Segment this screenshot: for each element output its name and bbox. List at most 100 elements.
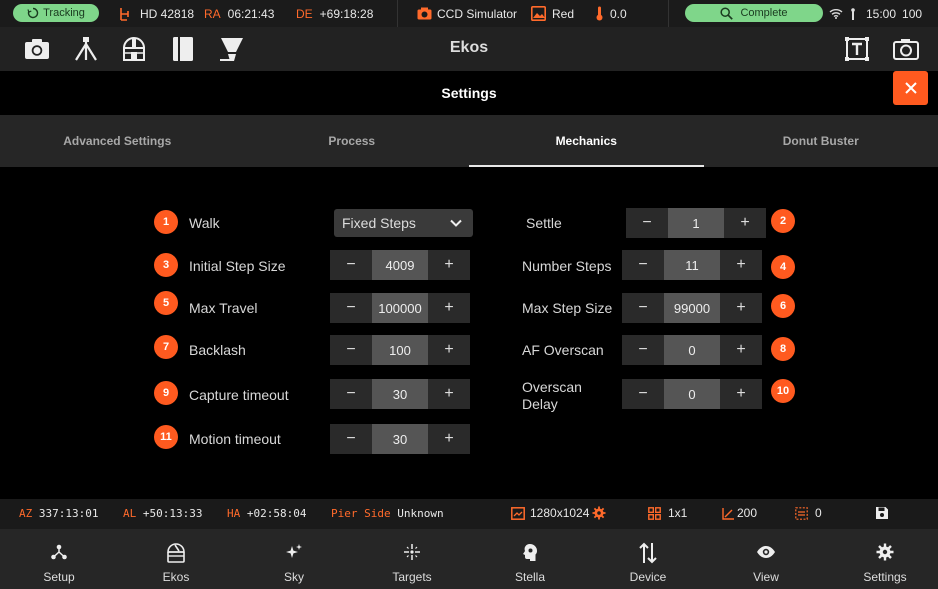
field-number-badge: 5 [154,291,178,315]
crosshair-icon [404,544,420,560]
decrement-button[interactable]: − [622,335,664,365]
decrement-button[interactable]: − [330,293,372,323]
decrement-button[interactable]: − [622,250,664,280]
preview-button[interactable] [892,35,920,63]
info-bar: AZ 337:13:01 AL +50:13:33 HA +02:58:04 P… [0,499,938,529]
number-steps-stepper: − 11 + [622,250,762,280]
overscan-delay-value[interactable]: 0 [664,379,720,409]
field-number-badge: 9 [154,381,178,405]
nav-ekos[interactable]: Ekos [117,529,235,589]
binning-readout[interactable]: 1x1 [648,506,687,520]
nav-sky[interactable]: Sky [235,529,353,589]
tab-advanced-settings[interactable]: Advanced Settings [0,115,235,167]
decrement-button[interactable]: − [626,208,668,238]
nav-settings[interactable]: Settings [826,529,938,589]
settings-title: Settings [441,85,497,101]
temperature-value: 0.0 [610,6,627,21]
decrement-button[interactable]: − [330,250,372,280]
offset-readout[interactable]: 0 [795,506,822,520]
divider [397,0,398,27]
text-mode-button[interactable] [843,35,871,63]
nav-label: Sky [283,570,304,584]
gear-icon[interactable] [592,506,606,520]
grid-icon [648,506,661,520]
increment-button[interactable]: + [428,335,470,365]
decrement-button[interactable]: − [330,424,372,454]
increment-button[interactable]: + [720,379,762,409]
field-number-badge: 3 [154,253,178,277]
chevron-down-icon [450,219,462,227]
complete-pill[interactable]: Complete [685,4,823,22]
field-number-badge: 1 [154,210,178,234]
increment-button[interactable]: + [428,379,470,409]
max-step-size-value[interactable]: 99000 [664,293,720,323]
decrement-button[interactable]: − [622,379,664,409]
number-steps-value[interactable]: 11 [664,250,720,280]
pier-side-label: Pier Side [331,507,391,520]
increment-button[interactable]: + [720,250,762,280]
resolution-readout[interactable]: 1280x1024 [511,506,606,520]
save-button[interactable] [875,506,889,520]
motion-timeout-value[interactable]: 30 [372,424,428,454]
al-readout: AL +50:13:33 [123,507,202,520]
setup-icon [51,544,67,560]
capture-timeout-stepper: − 30 + [330,379,470,409]
frame-icon [511,506,525,520]
camera-readout[interactable]: CCD Simulator [417,0,517,27]
walk-dropdown[interactable]: Fixed Steps [334,209,473,237]
nav-label: View [753,570,779,584]
increment-button[interactable]: + [724,208,766,238]
camera-name: CCD Simulator [437,6,518,21]
af-overscan-stepper: − 0 + [622,335,762,365]
status-bar: Tracking HD 42818 RA 06:21:43 DE +69:18:… [0,0,938,27]
binning-value: 1x1 [668,506,688,520]
increment-button[interactable]: + [720,335,762,365]
tab-process[interactable]: Process [235,115,470,167]
initial-step-size-label: Initial Step Size [189,258,286,274]
antenna-indicator [850,0,856,27]
pier-side-value: Unknown [397,507,444,520]
field-number-badge: 6 [771,294,795,318]
backlash-value[interactable]: 100 [372,335,428,365]
capture-timeout-value[interactable]: 30 [372,379,428,409]
settle-stepper: − 1 + [626,208,766,238]
nav-targets[interactable]: Targets [353,529,471,589]
nav-device[interactable]: Device [589,529,707,589]
tracking-pill[interactable]: Tracking [13,4,99,22]
increment-button[interactable]: + [428,293,470,323]
tab-mechanics[interactable]: Mechanics [469,115,704,167]
battery-value: 100 [902,6,923,21]
nav-label: Setup [43,570,75,584]
filter-icon [531,6,546,21]
az-value: 337:13:01 [38,507,99,520]
filter-readout[interactable]: Red [531,0,574,27]
max-step-size-label: Max Step Size [522,300,613,316]
nav-view[interactable]: View [707,529,825,589]
field-number-badge: 7 [154,335,178,359]
nav-setup[interactable]: Setup [0,529,118,589]
decrement-button[interactable]: − [330,335,372,365]
gain-readout[interactable]: 200 [722,506,757,520]
tracking-icon [27,7,39,19]
increment-button[interactable]: + [428,424,470,454]
increment-button[interactable]: + [428,250,470,280]
eye-icon [757,546,775,558]
tab-donut-buster[interactable]: Donut Buster [704,115,938,167]
de-value: +69:18:28 [319,6,374,21]
ha-readout: HA +02:58:04 [227,507,306,520]
decrement-button[interactable]: − [330,379,372,409]
initial-step-size-value[interactable]: 4009 [372,250,428,280]
nav-stella[interactable]: Stella [471,529,589,589]
max-travel-value[interactable]: 100000 [372,293,428,323]
sparkle-icon [286,544,302,558]
decrement-button[interactable]: − [622,293,664,323]
settle-value[interactable]: 1 [668,208,724,238]
af-overscan-value[interactable]: 0 [664,335,720,365]
backlash-stepper: − 100 + [330,335,470,365]
save-icon [876,507,888,519]
ra-readout: RA 06:21:43 [204,0,274,27]
capture-timeout-label: Capture timeout [189,387,289,403]
increment-button[interactable]: + [720,293,762,323]
close-button[interactable] [893,71,928,105]
toolbar-title: Ekos [449,39,489,56]
